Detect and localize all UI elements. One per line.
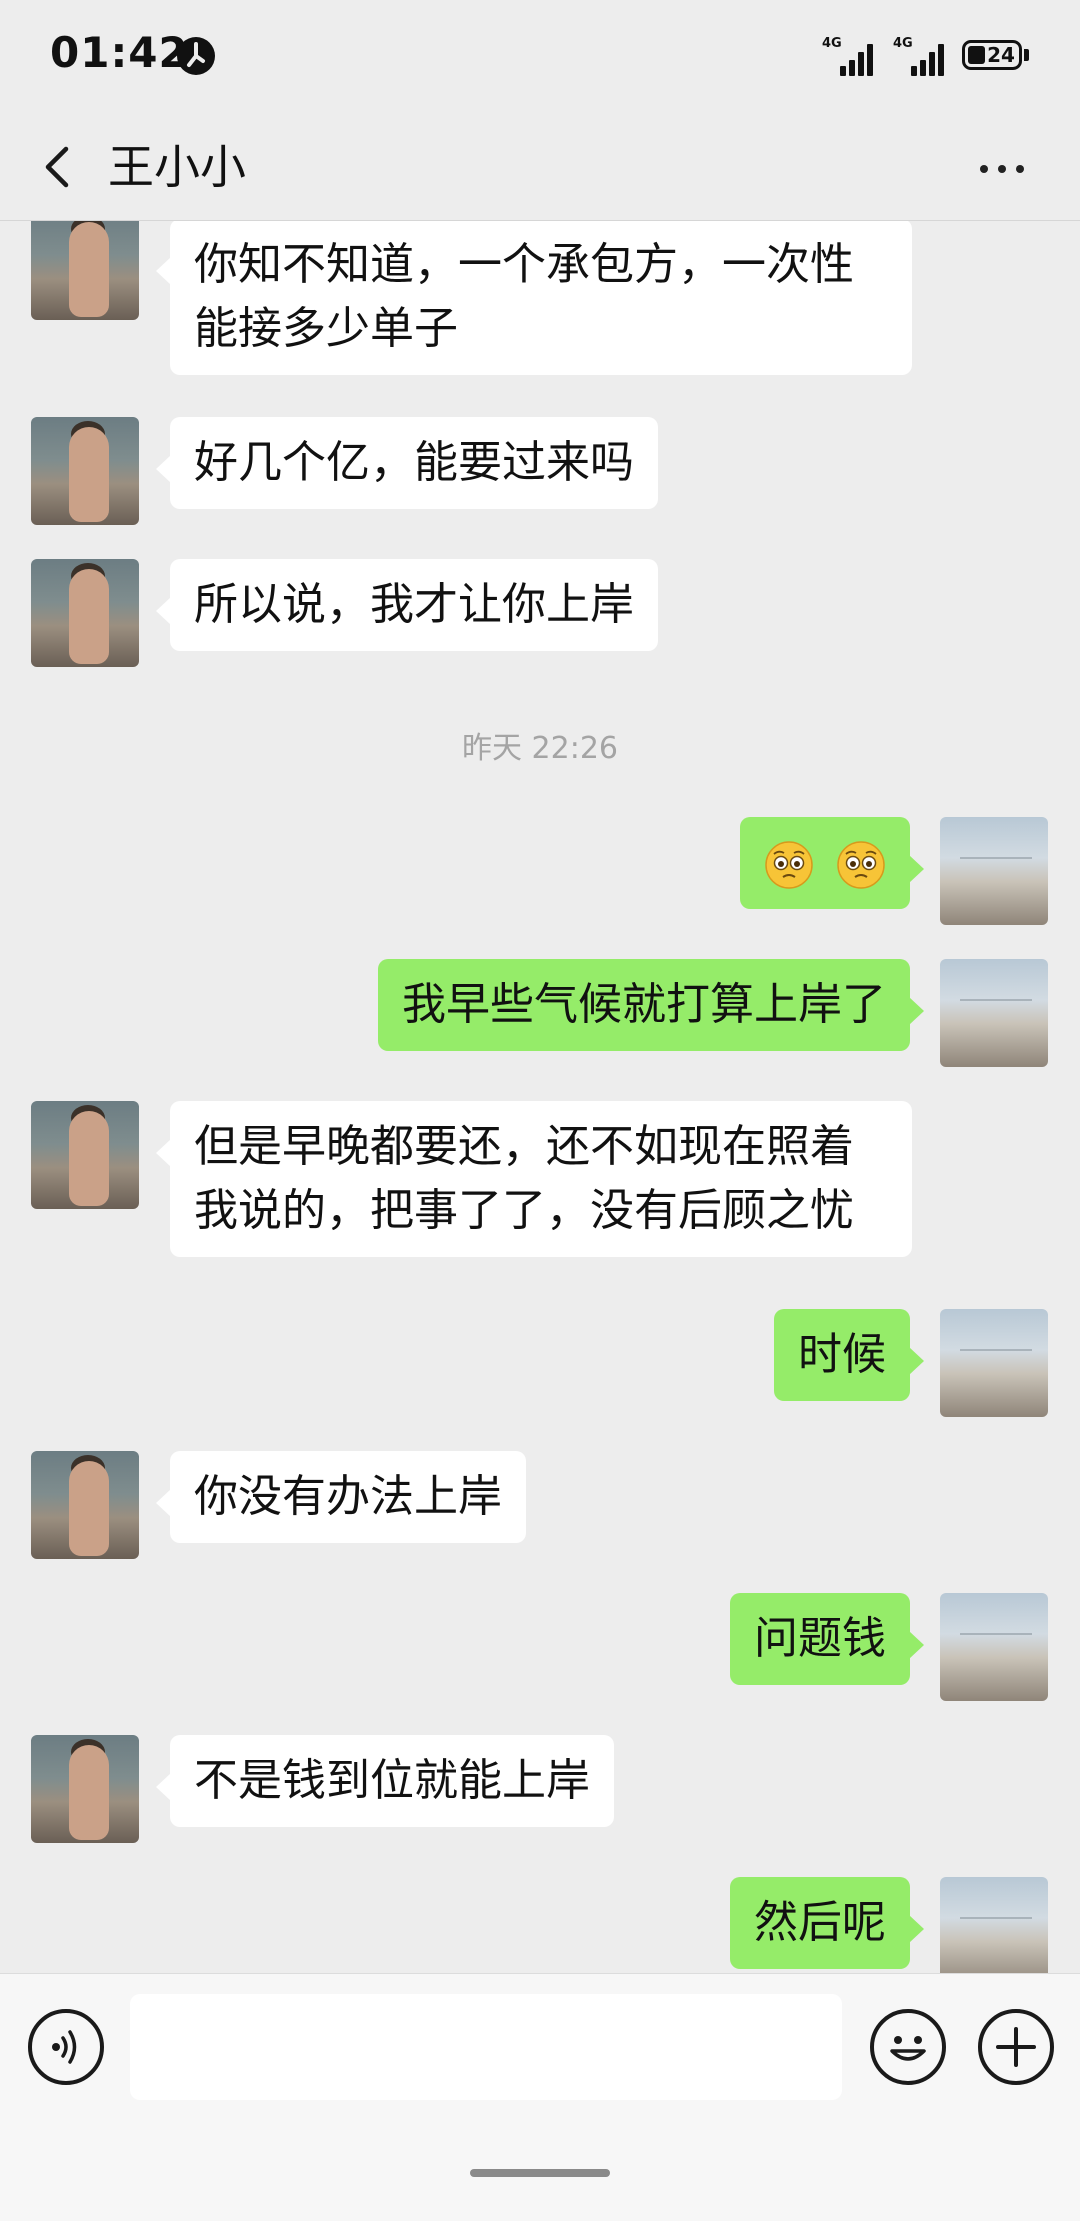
contact-avatar[interactable]: [31, 417, 139, 525]
more-options-button[interactable]: [972, 143, 1032, 193]
message-bubble-sent[interactable]: 然后呢: [730, 1877, 924, 1969]
contact-avatar[interactable]: [31, 559, 139, 667]
contact-avatar[interactable]: [31, 1451, 139, 1559]
message-bubble-sent[interactable]: 我早些气候就打算上岸了: [378, 959, 924, 1051]
more-dots-icon: [998, 165, 1006, 173]
contact-avatar[interactable]: [31, 1735, 139, 1843]
message-timestamp: 昨天 22:26: [462, 731, 618, 766]
message-bubble-sent[interactable]: [740, 817, 924, 909]
voice-icon: [52, 2030, 77, 2064]
signal-strength-icon-1: 4G: [822, 36, 876, 76]
message-bubble-received[interactable]: 你没有办法上岸: [156, 1451, 526, 1543]
status-bar: 01:42 4G 4G 24: [0, 0, 1080, 115]
message-list[interactable]: 你知不知道，一个承包方，一次性能接多少单子 好几个亿，能要过来吗 所以说，我才让…: [0, 221, 1080, 1973]
signal-bar: [867, 44, 873, 76]
plus-icon: [996, 2027, 1036, 2067]
more-dots-icon: [980, 165, 988, 173]
my-avatar[interactable]: [940, 1877, 1048, 1973]
battery-tip: [1024, 49, 1029, 61]
more-dots-icon: [1016, 165, 1024, 173]
back-button[interactable]: [30, 137, 90, 197]
message-bubble-received[interactable]: 所以说，我才让你上岸: [156, 559, 658, 651]
battery-percentage: 24: [987, 43, 1015, 67]
chevron-left-icon: [45, 146, 69, 188]
voice-input-button[interactable]: [28, 2009, 104, 2085]
input-bar: [0, 1973, 1080, 2221]
my-avatar[interactable]: [940, 1593, 1048, 1701]
signal-bar: [911, 66, 917, 76]
network-type-label: 4G: [822, 36, 842, 51]
my-avatar[interactable]: [940, 959, 1048, 1067]
status-time: 01:42: [50, 28, 189, 77]
my-avatar[interactable]: [940, 1309, 1048, 1417]
network-type-label: 4G: [893, 36, 913, 51]
message-bubble-received[interactable]: 不是钱到位就能上岸: [156, 1735, 614, 1827]
message-bubble-sent[interactable]: 时候: [774, 1309, 924, 1401]
emoji-button[interactable]: [870, 2009, 946, 2085]
message-bubble-received[interactable]: 你知不知道，一个承包方，一次性能接多少单子: [156, 221, 912, 375]
smiley-icon: [890, 2036, 926, 2061]
signal-bar: [938, 44, 944, 76]
chat-title: 王小小: [108, 140, 246, 194]
my-avatar[interactable]: [940, 817, 1048, 925]
app-notification-icon: [177, 37, 215, 75]
signal-bar: [849, 60, 855, 76]
pleading-face-emoji: [837, 841, 885, 889]
message-input[interactable]: [130, 1994, 842, 2100]
contact-avatar[interactable]: [31, 1101, 139, 1209]
message-bubble-sent[interactable]: 问题钱: [730, 1593, 924, 1685]
signal-bar: [920, 60, 926, 76]
chat-header: 王小小: [0, 115, 1080, 221]
pleading-face-emoji: [765, 841, 813, 889]
signal-strength-icon-2: 4G: [893, 36, 947, 76]
more-functions-button[interactable]: [978, 2009, 1054, 2085]
home-indicator[interactable]: [470, 2169, 610, 2177]
message-bubble-received[interactable]: 但是早晚都要还，还不如现在照着我说的，把事了了，没有后顾之忧: [156, 1101, 912, 1257]
contact-avatar[interactable]: [31, 221, 139, 320]
message-bubble-received[interactable]: 好几个亿，能要过来吗: [156, 417, 658, 509]
signal-bar: [929, 52, 935, 76]
signal-bar: [840, 66, 846, 76]
battery-icon: 24: [962, 40, 1022, 70]
signal-bar: [858, 52, 864, 76]
